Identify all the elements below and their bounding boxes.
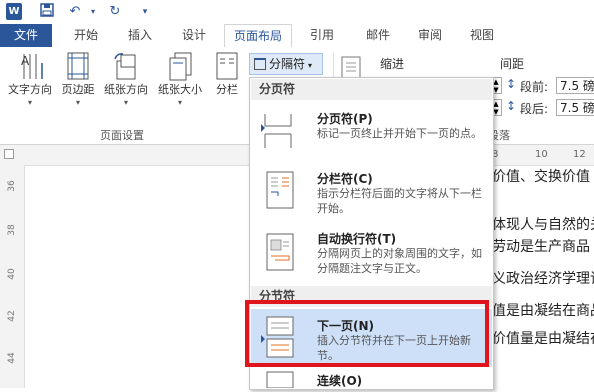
tab-selector-icon[interactable] <box>4 149 14 159</box>
column-break-icon <box>261 170 297 210</box>
menu-item-text-wrapping-break[interactable]: 自动换行符(T) 分隔网页上的对象周围的文字，如分隔题注文字与正文。 <box>251 222 492 284</box>
continuous-icon <box>261 370 297 389</box>
indent-label: 缩进 <box>380 57 405 71</box>
svg-text:A: A <box>21 54 30 68</box>
page-size-icon <box>154 51 206 81</box>
title-bar: W ↶ ▾ ↻ ▾ <box>0 0 594 24</box>
text-direction-label: 文字方向 <box>8 83 52 96</box>
page-setup-group-label: 页面设置 <box>100 129 144 142</box>
document-line: 象劳动是生产商品 <box>478 239 590 255</box>
breaks-button[interactable]: 分隔符 ▾ <box>249 53 323 75</box>
customize-toolbar-icon[interactable]: ▾ <box>136 3 154 21</box>
ruler-number: 42 <box>7 310 17 322</box>
text-wrapping-break-description: 分隔网页上的对象周围的文字，如分隔题注文字与正文。 <box>317 247 482 275</box>
page-size-button[interactable]: 纸张大小 ▾ <box>154 51 206 107</box>
text-wrapping-break-icon <box>261 232 297 272</box>
space-before-label: 段前: <box>520 80 549 94</box>
space-before-icon: ↕ <box>506 77 517 91</box>
vertical-ruler: 36 38 40 42 44 <box>0 165 25 388</box>
document-line: 品价值量是由凝结在 <box>478 331 594 347</box>
menu-item-continuous[interactable]: 连续(O) <box>251 368 492 389</box>
space-after-icon: ↕ <box>506 99 517 113</box>
menu-item-page-break[interactable]: 分页符(P) 标记一页终止并开始下一页的点。 <box>251 102 492 160</box>
ruler-number: 44 <box>7 352 17 364</box>
margins-icon <box>60 51 96 81</box>
tab-mailings[interactable]: 邮件 <box>352 24 404 47</box>
page-size-label: 纸张大小 <box>158 83 202 96</box>
save-icon[interactable] <box>38 3 56 21</box>
word-logo-icon: W <box>6 3 22 20</box>
space-before-input[interactable]: 7.5 磅 <box>556 77 594 94</box>
continuous-title: 连续(O) <box>317 374 363 388</box>
document-line: 动体现人与自然的关 <box>478 217 594 233</box>
spacing-label: 间距 <box>500 57 525 71</box>
tab-insert[interactable]: 插入 <box>114 24 166 47</box>
margins-button[interactable]: 页边距 ▾ <box>60 51 96 107</box>
chevron-down-icon: ▾ <box>75 98 80 107</box>
orientation-label: 纸张方向 <box>104 83 148 96</box>
page-break-title: 分页符(P) <box>317 112 373 126</box>
chevron-down-icon: ▾ <box>123 98 128 107</box>
text-direction-button[interactable]: A 文字方向 ▾ <box>4 51 56 107</box>
tab-review[interactable]: 审阅 <box>404 24 456 47</box>
document-line: 主义政治经济学理论 <box>478 271 594 287</box>
tab-home[interactable]: 开始 <box>60 24 112 47</box>
page-breaks-header: 分页符 <box>251 79 492 100</box>
tab-page-layout[interactable]: 页面布局 <box>224 24 292 48</box>
orientation-button[interactable]: 纸张方向 ▾ <box>100 51 152 107</box>
chevron-down-icon: ▾ <box>27 98 32 107</box>
chevron-down-icon: ▾ <box>308 61 313 70</box>
text-direction-icon: A <box>4 51 56 81</box>
column-break-title: 分栏符(C) <box>317 172 373 186</box>
columns-icon <box>212 51 242 81</box>
breaks-icon <box>254 58 266 70</box>
undo-icon[interactable]: ↶ <box>66 3 84 21</box>
space-after-label: 段后: <box>520 102 549 116</box>
column-break-description: 指示分栏符后面的文字将从下一栏开始。 <box>317 187 482 215</box>
redo-icon[interactable]: ↻ <box>106 3 124 21</box>
margins-label: 页边距 <box>61 83 95 96</box>
ruler-number: 10 <box>535 149 548 160</box>
tab-design[interactable]: 设计 <box>168 24 220 47</box>
tab-file[interactable]: 文件 <box>0 24 52 47</box>
ruler-number: 36 <box>7 180 17 192</box>
tab-references[interactable]: 引用 <box>296 24 348 47</box>
text-wrapping-break-title: 自动换行符(T) <box>317 232 397 246</box>
tab-view[interactable]: 视图 <box>456 24 508 47</box>
ruler-number: 40 <box>7 268 17 280</box>
document-line: 定价值、交换价值 <box>478 169 590 185</box>
space-after-input[interactable]: 7.5 磅 <box>556 99 594 116</box>
ruler-number: 12 <box>573 149 586 160</box>
breaks-label: 分隔符 <box>269 57 306 71</box>
document-line: 价值是由凝结在商品 <box>478 303 594 319</box>
page-break-description: 标记一页终止并开始下一页的点。 <box>317 127 482 140</box>
menu-item-column-break[interactable]: 分栏符(C) 指示分栏符后面的文字将从下一栏开始。 <box>251 162 492 220</box>
columns-label: 分栏 <box>216 83 238 96</box>
ruler-number: 38 <box>7 224 17 236</box>
ribbon-tabs: 文件 开始 插入 设计 页面布局 引用 邮件 审阅 视图 <box>0 24 594 48</box>
page-break-icon <box>261 110 297 150</box>
orientation-icon <box>100 51 152 81</box>
annotation-highlight-box <box>245 300 489 367</box>
columns-button[interactable]: 分栏 <box>212 51 242 97</box>
undo-dropdown-icon[interactable]: ▾ <box>84 3 102 21</box>
chevron-down-icon: ▾ <box>177 98 182 107</box>
